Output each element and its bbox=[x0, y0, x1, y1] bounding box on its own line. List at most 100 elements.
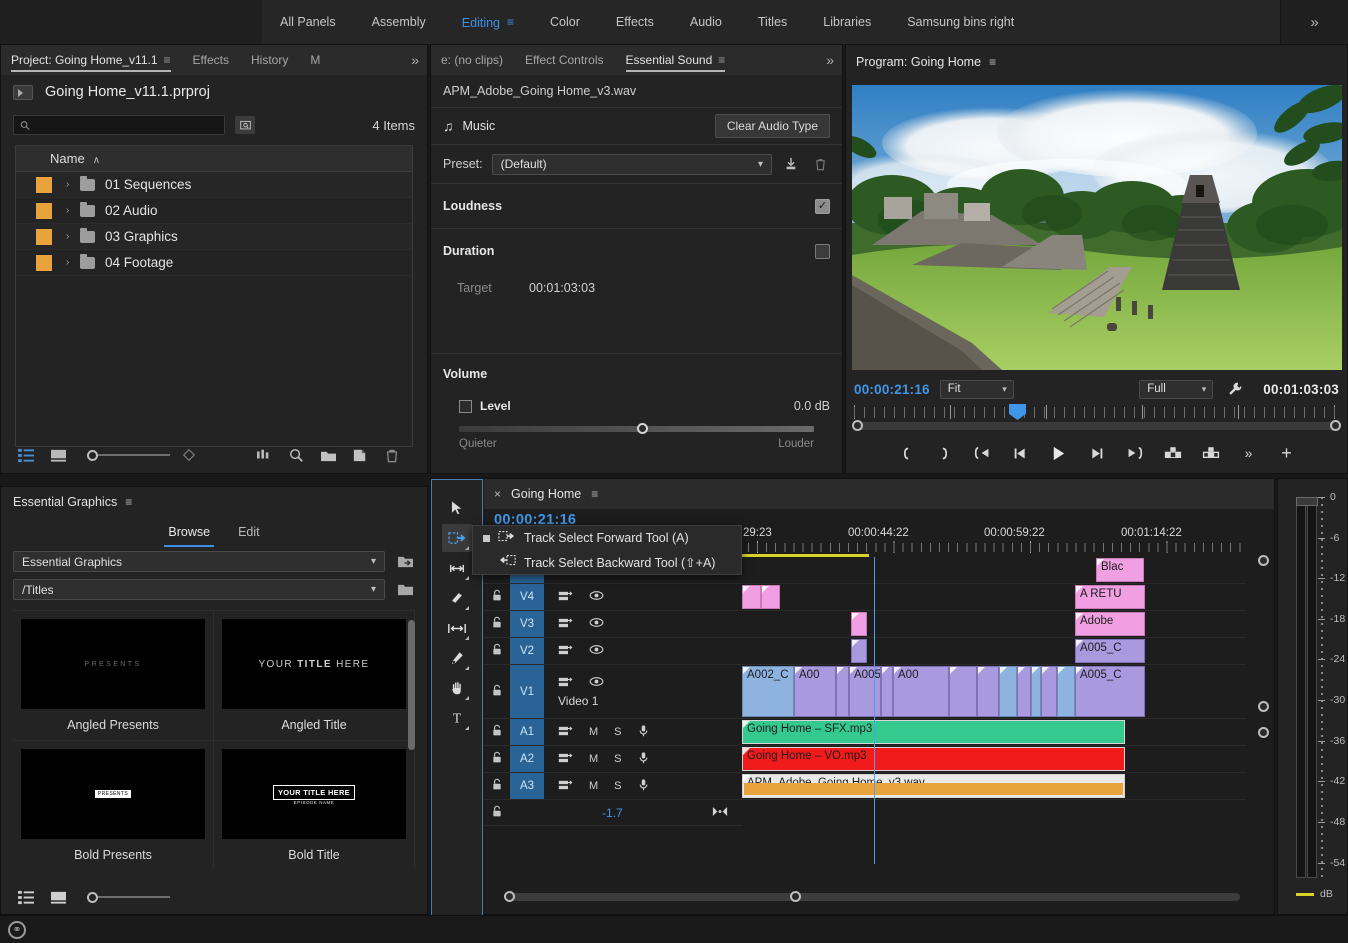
plus-icon[interactable]: + bbox=[1275, 441, 1299, 465]
solo-track-button[interactable]: S bbox=[614, 753, 621, 765]
zoom-slider-track[interactable] bbox=[98, 454, 170, 456]
workspace-tab-effects[interactable]: Effects bbox=[598, 0, 672, 44]
tab-essential-sound[interactable]: Essential Sound ≡ bbox=[625, 45, 725, 75]
track-lock-toggle[interactable] bbox=[484, 616, 510, 632]
extract-icon[interactable] bbox=[1199, 441, 1223, 465]
toggle-track-output-icon[interactable] bbox=[589, 590, 604, 604]
voice-over-record-icon[interactable] bbox=[638, 751, 649, 768]
vscroll-bottom-handle[interactable] bbox=[1258, 727, 1269, 738]
mute-track-button[interactable]: M bbox=[589, 753, 598, 765]
program-zoom-scrollbar[interactable] bbox=[852, 420, 1341, 431]
table-row[interactable]: › 04 Footage bbox=[16, 250, 412, 276]
timeline-clip[interactable] bbox=[1057, 666, 1075, 717]
find-magnifier-icon[interactable] bbox=[285, 444, 307, 466]
timeline-clip[interactable] bbox=[742, 585, 761, 609]
icon-view-icon[interactable] bbox=[47, 444, 69, 466]
toggle-sync-lock-icon[interactable] bbox=[558, 725, 573, 740]
panel-menu-icon[interactable]: ≡ bbox=[989, 55, 996, 69]
tool-flyout-corner-icon[interactable] bbox=[465, 636, 469, 640]
save-preset-icon[interactable] bbox=[781, 154, 801, 174]
hscroll-bar[interactable] bbox=[510, 893, 1240, 901]
go-to-in-icon[interactable] bbox=[971, 441, 995, 465]
tool-flyout-corner-icon[interactable] bbox=[465, 696, 469, 700]
panel-menu-icon[interactable]: ≡ bbox=[591, 487, 598, 501]
zoom-slider-knob[interactable] bbox=[87, 891, 98, 903]
creative-cloud-icon[interactable]: ⚭ bbox=[8, 920, 26, 939]
track-name-label[interactable]: V3 bbox=[510, 611, 544, 637]
track-lock-toggle[interactable] bbox=[484, 751, 510, 767]
workspace-tab-assembly[interactable]: Assembly bbox=[354, 0, 444, 44]
toggle-sync-lock-icon[interactable] bbox=[558, 590, 573, 605]
template-grid-scrollbar[interactable] bbox=[408, 620, 415, 750]
workspace-tab-libraries[interactable]: Libraries bbox=[805, 0, 889, 44]
timeline-clip[interactable] bbox=[851, 639, 867, 663]
sort-ascending-icon[interactable]: ∧ bbox=[93, 155, 100, 166]
parent-bin-icon[interactable] bbox=[13, 84, 33, 100]
play-icon[interactable] bbox=[1047, 441, 1071, 465]
program-monitor-video[interactable] bbox=[852, 85, 1342, 370]
zoom-slider-track[interactable] bbox=[98, 896, 170, 898]
pen-tool-button[interactable] bbox=[442, 644, 472, 672]
find-button[interactable] bbox=[235, 116, 255, 134]
timeline-clip[interactable]: Going Home – VO.mp3 bbox=[742, 747, 1125, 771]
timeline-clip[interactable]: A005_C bbox=[1075, 639, 1145, 663]
timeline-clip[interactable] bbox=[1017, 666, 1031, 717]
flyout-item[interactable]: Track Select Forward Tool (A) bbox=[473, 526, 741, 550]
twirl-down-icon[interactable]: › bbox=[66, 179, 80, 190]
timeline-playhead[interactable] bbox=[874, 557, 875, 864]
track-lane-a2[interactable]: Going Home – VO.mp3 bbox=[742, 746, 1246, 773]
tool-flyout-corner-icon[interactable] bbox=[465, 606, 469, 610]
open-folder-icon[interactable] bbox=[395, 580, 415, 600]
timeline-clip[interactable]: A005 bbox=[849, 666, 881, 717]
mute-track-button[interactable]: M bbox=[589, 726, 598, 738]
install-template-icon[interactable] bbox=[395, 552, 415, 572]
panel-menu-icon[interactable]: ≡ bbox=[125, 495, 132, 509]
track-header-v1[interactable]: V1 Video 1 bbox=[484, 665, 742, 719]
timeline-clip[interactable] bbox=[761, 585, 780, 609]
toggle-sync-lock-icon[interactable] bbox=[558, 752, 573, 767]
icon-view-icon[interactable] bbox=[47, 886, 69, 908]
column-header-name[interactable]: Name ∧ bbox=[50, 151, 100, 166]
toggle-sync-lock-icon[interactable] bbox=[558, 676, 573, 691]
panel-menu-icon[interactable]: ≡ bbox=[718, 53, 725, 67]
track-header-v3[interactable]: V3 bbox=[484, 611, 742, 638]
toggle-sync-lock-icon[interactable] bbox=[558, 617, 573, 632]
list-view-icon[interactable] bbox=[15, 444, 37, 466]
track-header-v4[interactable]: V4 bbox=[484, 584, 742, 611]
program-scrollbar-left-handle[interactable] bbox=[852, 420, 863, 431]
tool-flyout-corner-icon[interactable] bbox=[465, 546, 469, 550]
clear-audio-type-button[interactable]: Clear Audio Type bbox=[714, 114, 830, 138]
voice-over-record-icon[interactable] bbox=[638, 724, 649, 741]
timeline-clip[interactable] bbox=[977, 666, 999, 717]
step-back-icon[interactable] bbox=[1009, 441, 1033, 465]
track-lock-toggle[interactable] bbox=[484, 724, 510, 740]
thumbnail-zoom-slider[interactable] bbox=[87, 449, 170, 461]
selection-tool-button[interactable] bbox=[442, 494, 472, 522]
go-to-out-icon[interactable] bbox=[1123, 441, 1147, 465]
project-tabs-overflow[interactable]: » bbox=[411, 52, 427, 68]
timeline-clip[interactable] bbox=[851, 612, 867, 636]
timeline-horizontal-scrollbar[interactable] bbox=[494, 891, 1256, 902]
loudness-checkbox[interactable] bbox=[815, 198, 830, 214]
path-select[interactable]: /Titles ▾ bbox=[13, 579, 385, 600]
track-lock-toggle[interactable] bbox=[484, 805, 510, 821]
tool-flyout-corner-icon[interactable] bbox=[465, 576, 469, 580]
tab-history[interactable]: History bbox=[251, 45, 288, 75]
tool-flyout-corner-icon[interactable] bbox=[465, 726, 469, 730]
freeform-view-icon[interactable] bbox=[253, 444, 275, 466]
template-card[interactable]: YOUR TITLE HERE Angled Title bbox=[214, 610, 415, 740]
level-checkbox[interactable] bbox=[459, 399, 472, 413]
timeline-clip[interactable] bbox=[836, 666, 849, 717]
track-lock-toggle[interactable] bbox=[484, 684, 510, 700]
wrench-icon[interactable] bbox=[1223, 377, 1247, 401]
toggle-track-output-icon[interactable] bbox=[589, 644, 604, 658]
duration-checkbox[interactable] bbox=[815, 243, 830, 259]
track-header-a2[interactable]: A2 M S bbox=[484, 746, 742, 773]
track-header-v2[interactable]: V2 bbox=[484, 638, 742, 665]
step-forward-icon[interactable] bbox=[1085, 441, 1109, 465]
timeline-clip[interactable]: A RETU bbox=[1075, 585, 1145, 609]
sort-icon[interactable] bbox=[178, 444, 200, 466]
track-lane-a3[interactable]: APM_Adobe_Going Home_v3.wav bbox=[742, 773, 1246, 800]
level-slider[interactable] bbox=[443, 418, 830, 434]
toggle-track-output-icon[interactable] bbox=[589, 676, 604, 691]
